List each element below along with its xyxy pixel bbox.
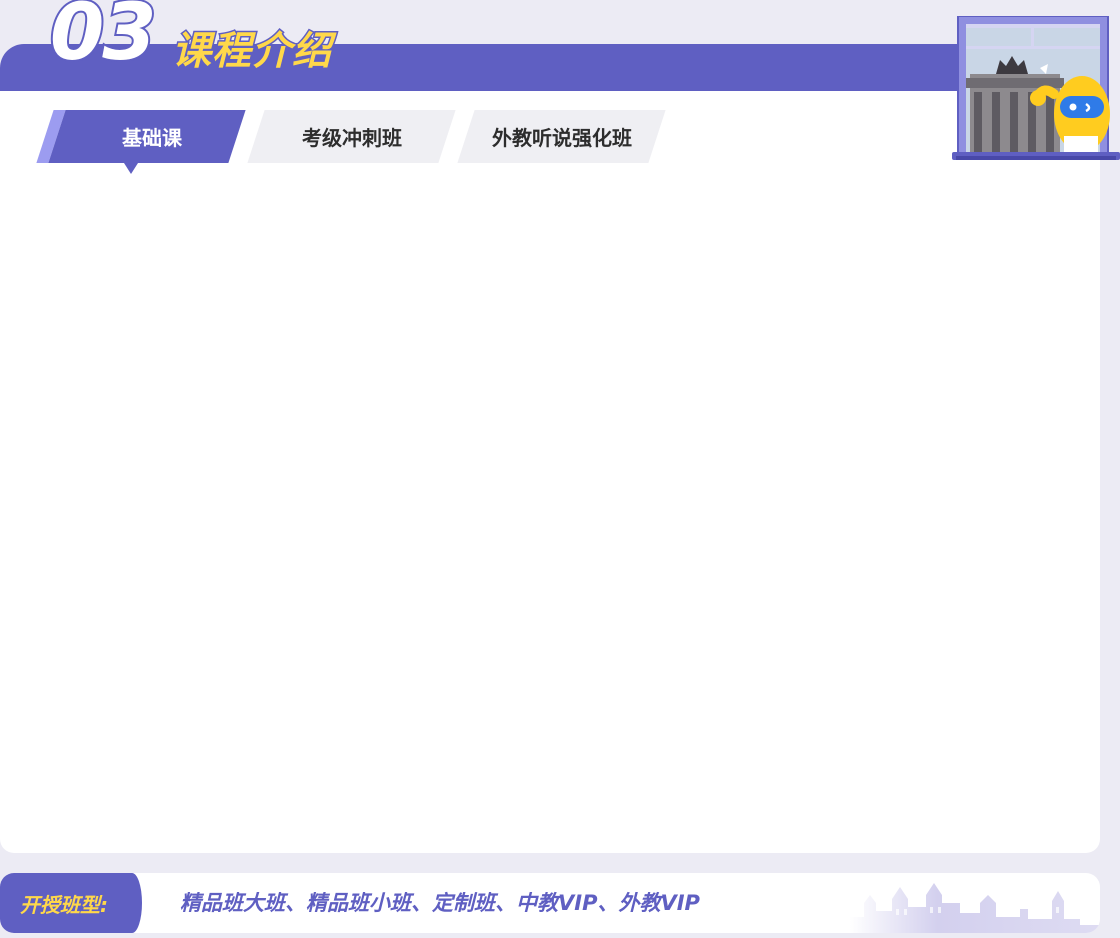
class-types-bar: 开授班型: 精品班大班、精品班小班、定制班、中教VIP、外教VIP	[0, 873, 1100, 933]
tab-exam-sprint[interactable]: 考级冲刺班	[247, 110, 456, 163]
section-number: 03	[48, 0, 159, 78]
window-illustration-icon	[952, 16, 1120, 160]
tab-label: 基础课	[122, 126, 182, 150]
castle-decoration-icon	[850, 883, 1100, 933]
class-types-value: 精品班大班、精品班小班、定制班、中教VIP、外教VIP	[180, 891, 700, 915]
active-tab-pointer-icon	[124, 163, 138, 174]
tab-basic-course[interactable]: 基础课	[48, 110, 246, 163]
tab-label: 考级冲刺班	[301, 126, 402, 150]
section-title: 课程介绍	[170, 28, 333, 76]
tab-label: 外教听说强化班	[491, 126, 632, 150]
tab-foreign-teacher[interactable]: 外教听说强化班	[457, 110, 666, 163]
content-panel	[0, 91, 1100, 853]
class-types-label: 开授班型:	[20, 892, 108, 917]
class-types-label-box: 开授班型:	[0, 873, 142, 933]
